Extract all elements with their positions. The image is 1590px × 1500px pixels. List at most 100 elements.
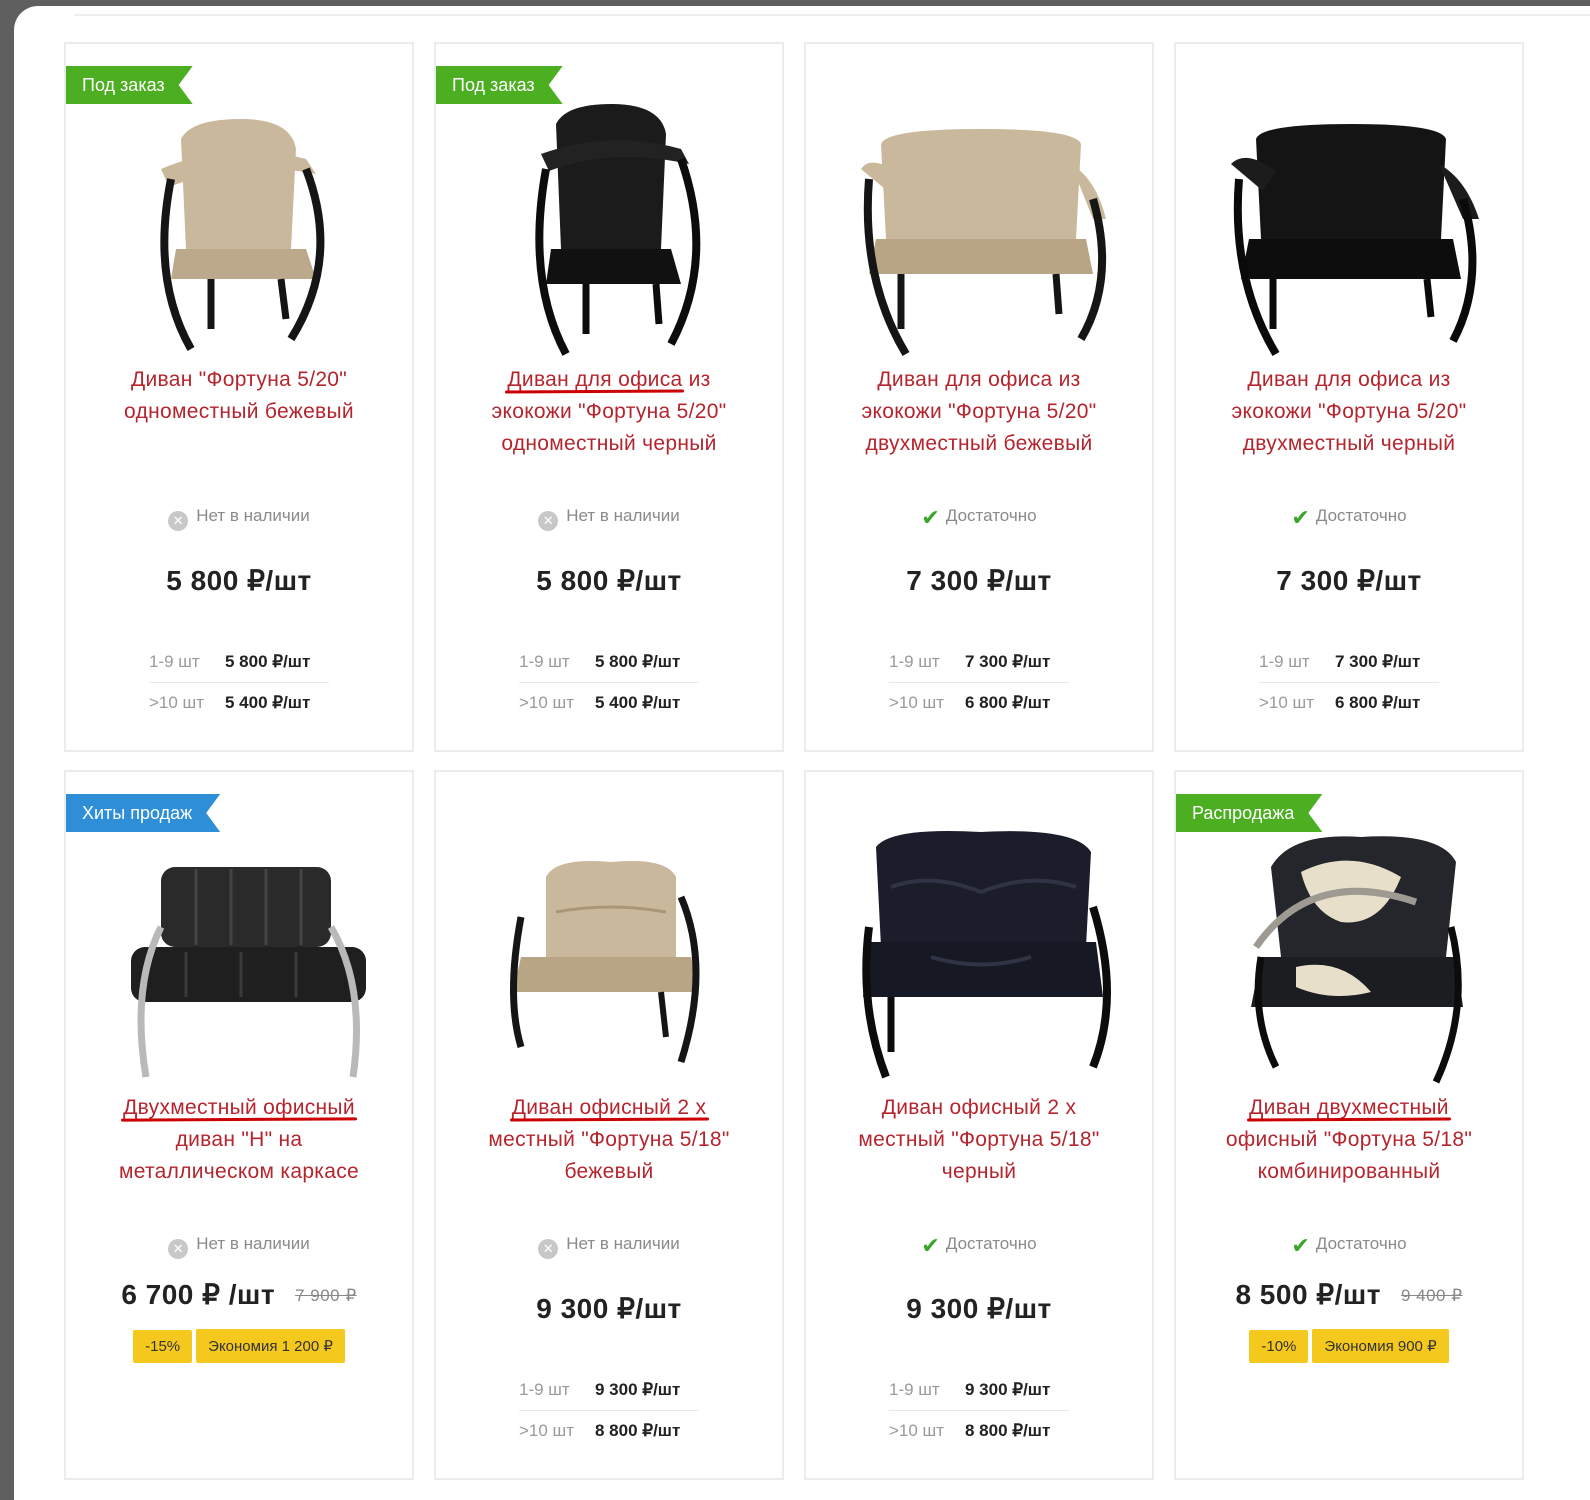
tier-price: 5 800 ₽/шт — [595, 652, 681, 671]
tier-price: 8 800 ₽/шт — [595, 1421, 681, 1440]
title-line: экокожи "Фортуна 5/20" — [1231, 400, 1467, 423]
tier-qty: 1-9 шт — [889, 652, 940, 671]
tier-price: 7 300 ₽/шт — [1335, 652, 1421, 671]
tier-price: 5 800 ₽/шт — [225, 652, 311, 671]
price-tiers: 1-9 шт 9 300 ₽/шт >10 шт 8 800 ₽/шт — [806, 1370, 1152, 1451]
availability: ✔ Достаточно — [806, 1234, 1152, 1257]
availability: ✕ Нет в наличии — [66, 1234, 412, 1259]
title-line: черный — [941, 1160, 1017, 1183]
black-armchair-image — [535, 104, 701, 356]
tier-price: 5 400 ₽/шт — [225, 693, 311, 712]
availability: ✕ Нет в наличии — [66, 506, 412, 531]
product-image[interactable] — [826, 74, 1136, 364]
title-line: металлическом каркасе — [118, 1160, 360, 1183]
title-line: диван "Н" на — [175, 1128, 303, 1151]
availability: ✔ Достаточно — [806, 506, 1152, 529]
product-title[interactable]: Двухместный офисный диван "Н" на металли… — [76, 1092, 402, 1188]
price-tiers: 1-9 шт 9 300 ₽/шт >10 шт 8 800 ₽/шт — [436, 1370, 782, 1451]
availability-text: Нет в наличии — [196, 506, 310, 525]
title-line: экокожи "Фортуна 5/20" — [491, 400, 727, 423]
availability-text: Нет в наличии — [196, 1234, 310, 1253]
combo-sofa-18-image — [1251, 836, 1463, 1084]
title-line: Диван двухместный — [1186, 1092, 1512, 1124]
product-card[interactable]: Диван офисный 2 х местный "Фортуна 5/18"… — [434, 770, 784, 1480]
availability: ✕ Нет в наличии — [436, 506, 782, 531]
tier-qty: 1-9 шт — [889, 1380, 940, 1399]
black-sofa-h-image — [131, 867, 366, 1078]
availability: ✔ Достаточно — [1176, 1234, 1522, 1257]
tier-qty: 1-9 шт — [149, 652, 200, 671]
availability-text: Достаточно — [1315, 506, 1407, 525]
product-card[interactable]: Диван для офиса из экокожи "Фортуна 5/20… — [804, 42, 1154, 752]
tier-row: 1-9 шт 7 300 ₽/шт — [889, 642, 1069, 683]
tier-price: 8 800 ₽/шт — [965, 1421, 1051, 1440]
price: 5 800 ₽/шт — [536, 565, 682, 596]
title-line: местный "Фортуна 5/18" — [858, 1128, 1100, 1151]
tier-row: >10 шт 5 400 ₽/шт — [149, 683, 329, 723]
underlined-keyword: Диван офисный 2 х — [511, 1096, 707, 1119]
tier-qty: >10 шт — [149, 693, 204, 712]
product-title[interactable]: Диван двухместный офисный "Фортуна 5/18"… — [1186, 1092, 1512, 1188]
tier-price: 7 300 ₽/шт — [965, 652, 1051, 671]
current-price: 8 500 ₽/шт — [1235, 1279, 1381, 1310]
old-price: 7 900 ₽ — [295, 1286, 357, 1305]
product-title[interactable]: Диван для офиса из экокожи "Фортуна 5/20… — [1186, 364, 1512, 460]
product-card[interactable]: Диван офисный 2 х местный "Фортуна 5/18"… — [804, 770, 1154, 1480]
product-image[interactable] — [456, 802, 766, 1092]
price-tiers: 1-9 шт 7 300 ₽/шт >10 шт 6 800 ₽/шт — [1176, 642, 1522, 723]
badge-label: Хиты продаж — [66, 794, 220, 832]
badge-label: Под заказ — [436, 66, 563, 104]
availability-text: Нет в наличии — [566, 1234, 680, 1253]
product-card[interactable]: Под заказ Диван для офиса из экокожи "Фо… — [434, 42, 784, 752]
tier-row: 1-9 шт 5 800 ₽/шт — [149, 642, 329, 683]
tier-qty: 1-9 шт — [519, 1380, 570, 1399]
product-image[interactable] — [86, 802, 396, 1092]
price-tiers: 1-9 шт 5 800 ₽/шт >10 шт 5 400 ₽/шт — [436, 642, 782, 723]
title-line: экокожи "Фортуна 5/20" — [861, 400, 1097, 423]
product-title[interactable]: Диван для офиса из экокожи "Фортуна 5/20… — [816, 364, 1142, 460]
tier-row: 1-9 шт 7 300 ₽/шт — [1259, 642, 1439, 683]
title-line: Диван для офиса из — [1247, 368, 1451, 391]
beige-sofa-image — [861, 129, 1107, 357]
title-line: местный "Фортуна 5/18" — [488, 1128, 730, 1151]
product-title[interactable]: Диван "Фортуна 5/20" одноместный бежевый — [76, 364, 402, 428]
title-line: комбинированный — [1257, 1160, 1441, 1183]
in-stock-check-icon: ✔ — [1291, 505, 1310, 530]
tier-price: 9 300 ₽/шт — [595, 1380, 681, 1399]
title-line: одноместный черный — [501, 432, 717, 455]
tier-row: >10 шт 6 800 ₽/шт — [889, 683, 1069, 723]
title-line: Диван офисный 2 х — [446, 1092, 772, 1124]
availability: ✕ Нет в наличии — [436, 1234, 782, 1259]
price: 8 500 ₽/шт 9 400 ₽ — [1176, 1278, 1522, 1311]
price: 6 700 ₽ /шт 7 900 ₽ — [66, 1278, 412, 1311]
product-image[interactable] — [1196, 802, 1506, 1092]
availability-text: Достаточно — [945, 1234, 1037, 1253]
product-title[interactable]: Диван офисный 2 х местный "Фортуна 5/18"… — [816, 1092, 1142, 1188]
underlined-keyword: Диван двухместный — [1249, 1096, 1449, 1119]
price: 9 300 ₽/шт — [536, 1293, 682, 1324]
product-card[interactable]: Под заказ Диван "Фортуна 5/20" одноместн… — [64, 42, 414, 752]
price: 7 300 ₽/шт — [1276, 565, 1422, 596]
tier-row: 1-9 шт 5 800 ₽/шт — [519, 642, 699, 683]
product-card[interactable]: Диван для офиса из экокожи "Фортуна 5/20… — [1174, 42, 1524, 752]
product-card[interactable]: Распродажа Диван двухместный офисный "Фо… — [1174, 770, 1524, 1480]
availability: ✔ Достаточно — [1176, 505, 1522, 530]
tier-qty: >10 шт — [519, 693, 574, 712]
product-card[interactable]: Хиты продаж Двухместный офисный диван "Н… — [64, 770, 414, 1480]
black-sofa-image — [1231, 124, 1479, 357]
product-title[interactable]: Диван офисный 2 х местный "Фортуна 5/18"… — [446, 1092, 772, 1188]
price: 5 800 ₽/шт — [166, 565, 312, 596]
product-image[interactable] — [1196, 74, 1506, 364]
tier-price: 6 800 ₽/шт — [965, 693, 1051, 712]
product-image[interactable] — [86, 74, 396, 364]
price-tiers: 1-9 шт 5 800 ₽/шт >10 шт 5 400 ₽/шт — [66, 642, 412, 723]
tier-price: 5 400 ₽/шт — [595, 693, 681, 712]
product-title[interactable]: Диван для офиса из экокожи "Фортуна 5/20… — [446, 364, 772, 460]
discount-chip: -15% — [133, 1330, 193, 1363]
product-image[interactable] — [456, 74, 766, 364]
out-of-stock-icon: ✕ — [168, 511, 189, 531]
tier-row: >10 шт 8 800 ₽/шт — [889, 1411, 1069, 1451]
product-image[interactable] — [826, 802, 1136, 1092]
current-price: 6 700 ₽ /шт — [121, 1279, 276, 1310]
price: 7 300 ₽/шт — [906, 565, 1052, 596]
